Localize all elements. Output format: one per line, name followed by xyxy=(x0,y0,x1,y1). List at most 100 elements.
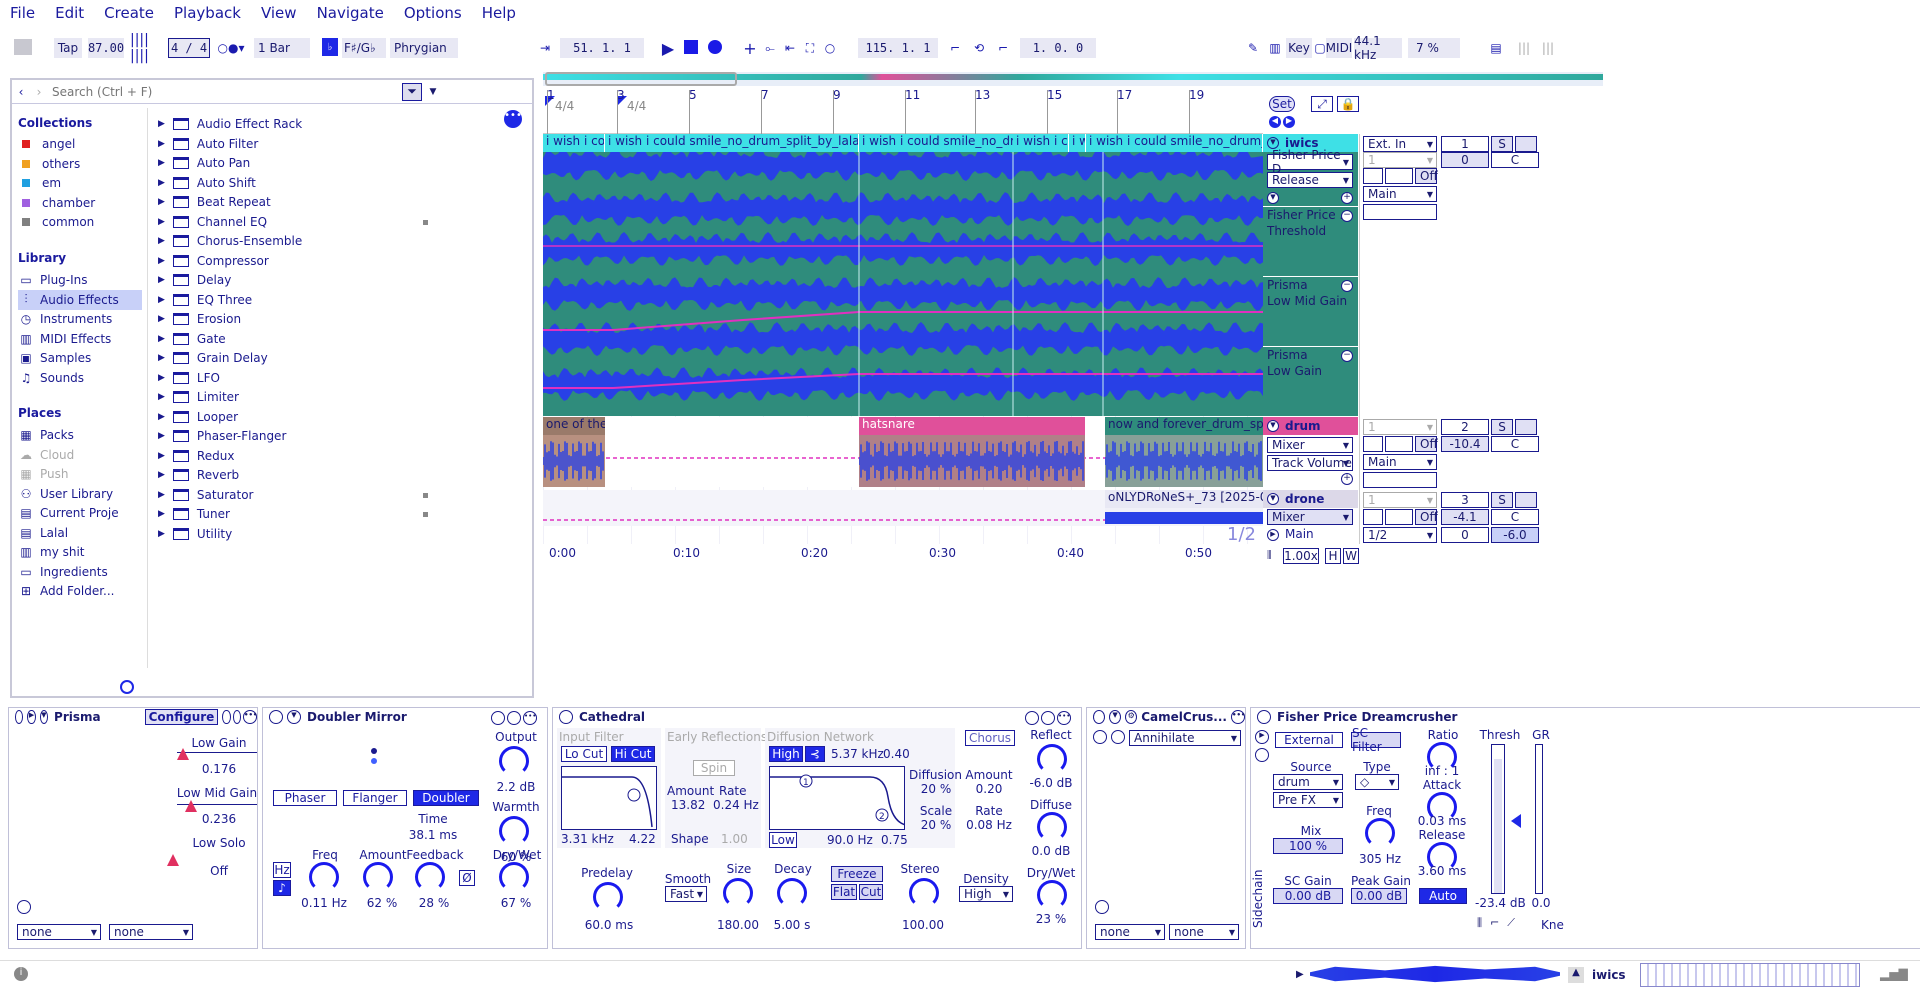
nav-right-icon[interactable]: ▶ xyxy=(1283,116,1295,128)
preview-icon[interactable] xyxy=(120,680,134,694)
stereo-knob[interactable] xyxy=(909,878,939,908)
overdub-icon[interactable]: + xyxy=(742,38,758,58)
input-filter-graph[interactable] xyxy=(561,766,657,830)
track-number[interactable]: 1 xyxy=(1441,136,1489,152)
fold-icon[interactable]: ▼ xyxy=(1267,493,1279,505)
library-item-plug-ins[interactable]: ▭ Plug-Ins xyxy=(18,270,142,290)
remove-lane-icon[interactable]: − xyxy=(1341,280,1353,292)
macro-icon[interactable] xyxy=(17,900,31,914)
device-power-icon[interactable] xyxy=(1093,710,1106,724)
keyboard-icon[interactable]: ▥ xyxy=(1266,38,1284,58)
expand-icon[interactable]: ▶ xyxy=(158,412,165,422)
volume-field[interactable]: -10.4 xyxy=(1441,436,1489,452)
clip-iwics[interactable]: i wish i could s xyxy=(543,134,605,152)
record-mode-icon[interactable]: ○●▾ xyxy=(216,38,246,58)
filter-type-select[interactable]: ◇ xyxy=(1355,774,1399,790)
time-ruler[interactable] xyxy=(543,544,1263,560)
menu-view[interactable]: View xyxy=(261,4,297,22)
clip-drum[interactable]: now and forever_drum_split_by_lal xyxy=(1105,417,1263,487)
automation-device-select[interactable]: Mixer xyxy=(1267,437,1353,453)
shelf-icon[interactable]: ⊰ xyxy=(805,746,825,762)
more-icon[interactable]: ••• xyxy=(1057,711,1071,725)
device-power-icon[interactable] xyxy=(15,710,24,724)
lo-cut-button[interactable]: Lo Cut xyxy=(561,746,607,762)
browser-item[interactable]: ▶ Limiter xyxy=(158,387,239,407)
filter-icon[interactable]: ⏷ xyxy=(402,82,422,101)
sync-button[interactable]: ♪ xyxy=(273,880,291,896)
expand-icon[interactable]: ▶ xyxy=(158,529,165,539)
reflect-knob[interactable] xyxy=(1037,744,1067,774)
browser-item[interactable]: ▶ Tuner xyxy=(158,504,230,524)
browser-item[interactable]: ▶ Reverb xyxy=(158,465,239,485)
midi-map-button[interactable]: MIDI xyxy=(1326,38,1352,58)
mode-doubler[interactable]: Doubler xyxy=(413,790,479,806)
expand-icon[interactable]: ▶ xyxy=(158,490,165,500)
collection-item[interactable]: others xyxy=(18,154,142,174)
punch-in-icon[interactable]: ⌐ xyxy=(946,38,964,58)
filter-dropdown-icon[interactable]: ▼ xyxy=(426,87,440,97)
slider-thumb[interactable] xyxy=(177,748,189,760)
browser-item[interactable]: ▶ Looper xyxy=(158,407,238,427)
expand-icon[interactable]: ⤢ xyxy=(1311,96,1333,112)
pan-field[interactable]: C xyxy=(1491,509,1539,525)
browser-item[interactable]: ▶ Phaser-Flanger xyxy=(158,426,286,446)
expand-icon[interactable]: ▶ xyxy=(158,139,165,149)
high-button[interactable]: High xyxy=(769,746,803,762)
monitor-in[interactable] xyxy=(1363,168,1383,184)
loop-icon[interactable]: ⟲ xyxy=(970,38,988,58)
capture-icon[interactable]: ⛶ xyxy=(802,38,818,58)
arm-button[interactable] xyxy=(1515,492,1537,508)
volume-field[interactable]: 0 xyxy=(1441,527,1489,543)
output-select[interactable]: 1/2 xyxy=(1363,527,1437,543)
expand-icon[interactable]: ▶ xyxy=(158,334,165,344)
fold-icon[interactable]: ▼ xyxy=(1267,420,1279,432)
clip-iwics[interactable]: i wish i could smile_no_drum_split xyxy=(1086,134,1263,152)
menu-edit[interactable]: Edit xyxy=(55,4,84,22)
overview-viewport[interactable] xyxy=(545,72,737,86)
solo-button[interactable]: S xyxy=(1491,419,1513,435)
add-lane-icon[interactable]: + xyxy=(1341,473,1353,485)
expand-icon[interactable]: ▶ xyxy=(158,470,165,480)
collection-item[interactable]: common xyxy=(18,212,142,232)
input-channel-select[interactable]: 1 xyxy=(1363,419,1437,435)
device-power-icon[interactable] xyxy=(269,710,283,724)
arm-button[interactable] xyxy=(1515,419,1537,435)
collection-item[interactable]: em xyxy=(18,173,142,193)
slider-thumb[interactable] xyxy=(185,800,197,812)
hi-cut-button[interactable]: Hi Cut xyxy=(611,746,655,762)
expand-icon[interactable]: ▶ xyxy=(158,509,165,519)
sidechain-power-icon[interactable] xyxy=(1255,748,1269,762)
track-name[interactable]: drone xyxy=(1285,492,1324,506)
clip-drum[interactable]: hatsnare xyxy=(859,417,1085,487)
track-name[interactable]: drum xyxy=(1285,419,1321,433)
save-icon[interactable] xyxy=(1111,730,1125,744)
place-item[interactable]: ⚇ User Library xyxy=(18,484,142,504)
menu-create[interactable]: Create xyxy=(104,4,154,22)
input-channel-select[interactable]: 1 xyxy=(1363,492,1437,508)
automation-arm-icon[interactable]: ⟜ xyxy=(762,38,778,58)
midi-map-icon[interactable]: ▢ xyxy=(1314,38,1326,58)
track-number[interactable]: 3 xyxy=(1441,492,1489,508)
key-select[interactable]: F♯/G♭ xyxy=(342,38,386,58)
track-number[interactable]: 2 xyxy=(1441,419,1489,435)
library-item-sounds[interactable]: ♫ Sounds xyxy=(18,368,142,388)
hz-button[interactable]: Hz xyxy=(273,862,291,878)
curve-icon-1[interactable]: ⫼ xyxy=(1477,916,1482,930)
browser-item[interactable]: ▶ Erosion xyxy=(158,309,241,329)
loop-length-field[interactable]: 1. 0. 0 xyxy=(1020,38,1096,58)
preset-select[interactable]: Annihilate xyxy=(1129,730,1241,746)
browser-item[interactable]: ▶ Grain Delay xyxy=(158,348,268,368)
place-item[interactable]: ▥ my shit xyxy=(18,542,142,562)
h-button[interactable]: H xyxy=(1325,548,1341,564)
collection-item[interactable]: chamber xyxy=(18,193,142,213)
meter-icon[interactable]: ▂▅▇ xyxy=(1880,967,1908,981)
track-name[interactable]: Main xyxy=(1285,527,1314,541)
set-button[interactable]: Set xyxy=(1269,96,1295,112)
record-icon[interactable] xyxy=(708,40,722,54)
signature-field[interactable]: 4 / 4 xyxy=(168,38,210,58)
save-icon[interactable] xyxy=(507,711,521,725)
track-header-iwics[interactable]: ▼iwicsFisher Price DRelease▼+Fisher Pric… xyxy=(1263,134,1358,416)
search-input[interactable] xyxy=(48,84,398,99)
remove-lane-icon[interactable]: − xyxy=(1341,210,1353,222)
expand-icon[interactable]: ▶ xyxy=(158,178,165,188)
